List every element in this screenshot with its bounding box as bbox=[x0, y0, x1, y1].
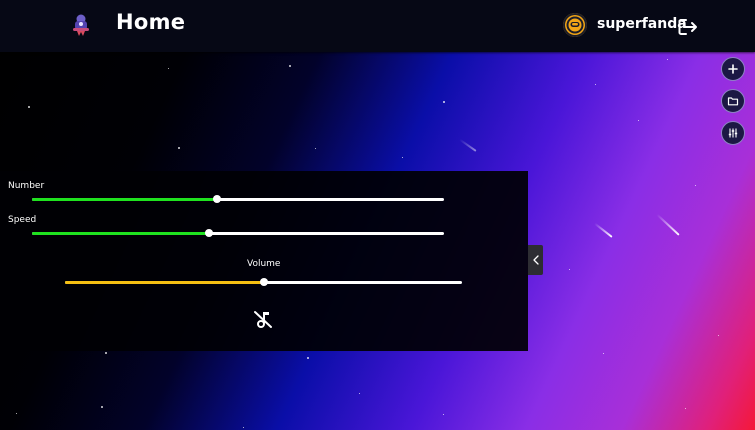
number-label: Number bbox=[8, 181, 45, 191]
number-slider-fill bbox=[32, 198, 218, 201]
speed-slider[interactable] bbox=[32, 229, 444, 237]
volume-slider-fill bbox=[65, 281, 264, 284]
volume-slider-thumb[interactable] bbox=[259, 278, 268, 286]
speed-label: Speed bbox=[8, 215, 37, 225]
volume-slider[interactable] bbox=[65, 278, 462, 286]
page-title: Home bbox=[116, 10, 186, 34]
settings-button[interactable] bbox=[721, 121, 745, 145]
sliders-icon bbox=[728, 128, 738, 138]
chevron-left-icon bbox=[532, 255, 539, 265]
volume-label: Volume bbox=[247, 259, 281, 269]
number-slider[interactable] bbox=[32, 195, 444, 203]
music-off-icon[interactable] bbox=[253, 309, 273, 329]
username[interactable]: superfanda bbox=[597, 16, 687, 32]
speed-slider-fill bbox=[32, 232, 210, 235]
folder-button[interactable] bbox=[721, 89, 745, 113]
avatar[interactable] bbox=[563, 13, 587, 37]
rocket-icon[interactable] bbox=[70, 13, 92, 37]
number-slider-thumb[interactable] bbox=[213, 195, 222, 203]
panel-collapse-button[interactable] bbox=[528, 245, 543, 275]
avatar-icon bbox=[566, 16, 584, 34]
speed-slider-thumb[interactable] bbox=[205, 229, 214, 237]
logout-icon[interactable] bbox=[677, 17, 699, 37]
folder-icon bbox=[727, 97, 739, 106]
top-bar: Home superfanda bbox=[0, 0, 755, 52]
add-button[interactable] bbox=[721, 57, 745, 81]
plus-icon bbox=[728, 64, 738, 74]
